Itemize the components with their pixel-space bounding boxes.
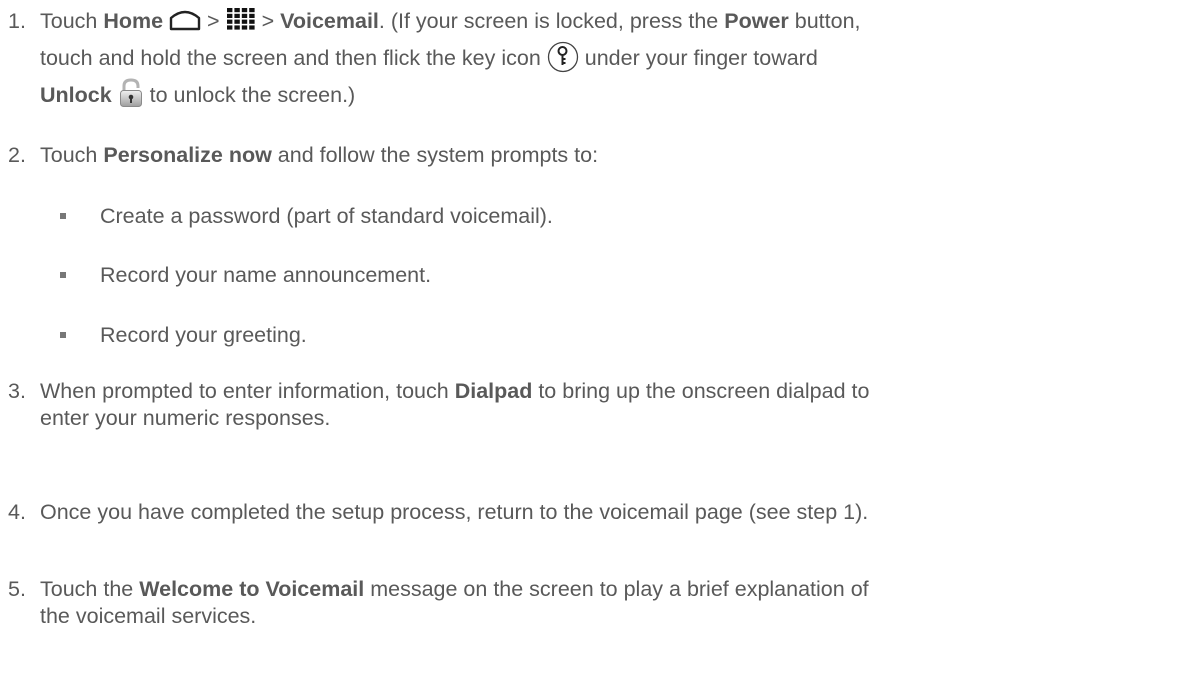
step-text: Once you have completed the setup proces…	[40, 500, 869, 524]
home-icon	[169, 9, 201, 31]
step-5: 5. Touch the Welcome to Voicemail messag…	[8, 576, 1188, 636]
bullet-marker	[60, 332, 66, 338]
instructions-document: 1. Touch Home > > Voicemail. (If your sc…	[0, 0, 1196, 683]
key-icon	[547, 41, 579, 73]
step-number: 1.	[8, 9, 26, 33]
step-text: Touch Personalize now and follow the sys…	[40, 143, 599, 167]
voicemail-label: Voicemail	[280, 9, 379, 33]
step-1-line-3: Unlock to unlock the screen.)	[40, 77, 1190, 114]
step-text: Touch Home > > Voicemail. (If your scree…	[40, 3, 1190, 114]
step-number: 3.	[8, 379, 26, 403]
bullet-marker	[60, 213, 66, 219]
step-1-line-2: touch and hold the screen and then flick…	[40, 40, 1190, 77]
step-1-line-1: Touch Home > > Voicemail. (If your scree…	[40, 7, 861, 33]
step-text: When prompted to enter information, touc…	[40, 379, 870, 430]
welcome-to-voicemail-label: Welcome to Voicemail	[139, 577, 365, 601]
dialpad-label: Dialpad	[454, 379, 533, 403]
unlock-label: Unlock	[40, 83, 112, 107]
step-number: 4.	[8, 500, 26, 524]
step-4: 4. Once you have completed the setup pro…	[8, 494, 1188, 531]
step-text: Touch the Welcome to Voicemail message o…	[40, 577, 869, 628]
step-number: 5.	[8, 577, 26, 601]
personalize-now-label: Personalize now	[103, 143, 272, 167]
step-number: 2.	[8, 143, 26, 167]
step-3: 3. When prompted to enter information, t…	[8, 378, 1188, 438]
step-1: 1. Touch Home > > Voicemail. (If your sc…	[8, 3, 1188, 115]
step-2: 2. Touch Personalize now and follow the …	[8, 137, 1188, 174]
bullet-marker	[60, 272, 66, 278]
home-label: Home	[103, 9, 164, 33]
apps-grid-icon	[226, 7, 256, 31]
power-label: Power	[724, 9, 789, 33]
lock-icon	[118, 78, 144, 108]
